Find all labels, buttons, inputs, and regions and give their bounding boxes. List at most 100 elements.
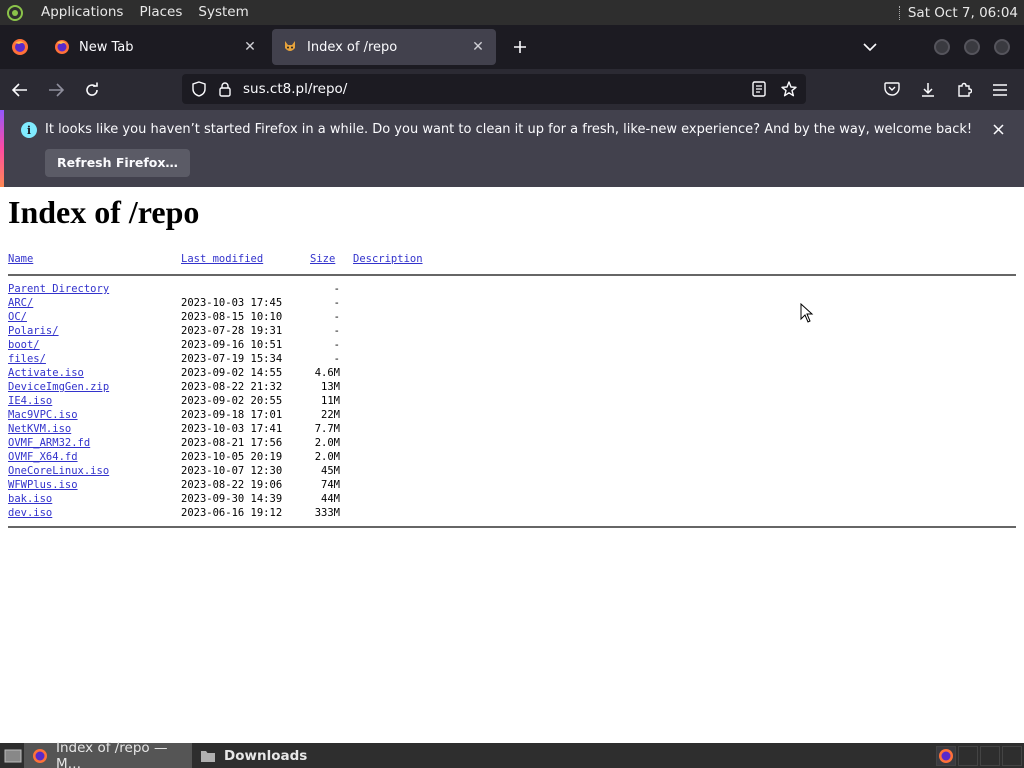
folder-icon — [200, 748, 216, 764]
file-link[interactable]: NetKVM.iso — [8, 422, 71, 436]
last-modified-cell: 2023-10-03 17:41 — [181, 423, 283, 435]
reload-icon[interactable] — [76, 74, 108, 106]
tracking-protection-shield-icon[interactable] — [190, 80, 208, 98]
extensions-puzzle-icon[interactable] — [946, 74, 982, 106]
header-divider — [8, 274, 1016, 276]
last-modified-cell: 2023-08-22 21:32 — [181, 381, 283, 393]
last-modified-cell: 2023-09-16 10:51 — [181, 339, 283, 351]
size-cell: 44M — [321, 493, 340, 505]
file-link[interactable]: boot/ — [8, 338, 40, 352]
footer-divider — [8, 526, 1016, 528]
size-cell: 45M — [321, 465, 340, 477]
close-notification-icon[interactable] — [990, 121, 1006, 137]
tab-new-tab[interactable]: New Tab ✕ — [44, 29, 268, 65]
size-cell: 2.0M — [314, 437, 340, 449]
last-modified-cell: 2023-10-03 17:45 — [181, 297, 283, 309]
last-modified-cell: 2023-09-02 20:55 — [181, 395, 283, 407]
forward-arrow-icon[interactable] — [40, 74, 72, 106]
size-cell: - — [333, 311, 340, 323]
maximize-window-button[interactable] — [964, 39, 980, 55]
size-cell: - — [333, 353, 340, 365]
hamburger-menu-icon[interactable] — [982, 74, 1018, 106]
system-menu[interactable]: System — [190, 0, 256, 25]
mouse-cursor-icon — [800, 303, 814, 323]
file-link[interactable]: Activate.iso — [8, 366, 84, 380]
size-cell: - — [333, 297, 340, 309]
taskbar-item-firefox[interactable]: Index of /repo — M… — [24, 739, 192, 768]
last-modified-cell: 2023-07-28 19:31 — [181, 325, 283, 337]
last-modified-cell: 2023-10-05 20:19 — [181, 451, 283, 463]
list-all-tabs-chevron-icon[interactable] — [854, 31, 886, 63]
downloads-icon[interactable] — [910, 74, 946, 106]
bottom-taskbar: Index of /repo — M… Downloads — [0, 739, 1024, 768]
file-link[interactable]: files/ — [8, 352, 46, 366]
file-link[interactable]: Polaris/ — [8, 324, 59, 338]
applications-menu[interactable]: Applications — [33, 0, 131, 25]
last-modified-cell: 2023-09-18 17:01 — [181, 409, 283, 421]
distro-logo-icon[interactable] — [5, 3, 25, 23]
close-window-button[interactable] — [994, 39, 1010, 55]
back-arrow-icon[interactable] — [4, 74, 36, 106]
firefox-icon — [32, 748, 48, 764]
last-modified-cell: 2023-08-21 17:56 — [181, 437, 283, 449]
refresh-firefox-button[interactable]: Refresh Firefox… — [45, 149, 190, 177]
firefox-view-icon[interactable] — [0, 25, 40, 69]
places-menu[interactable]: Places — [131, 0, 190, 25]
sort-by-last-modified-link[interactable]: Last modified — [181, 253, 263, 265]
last-modified-cell: 2023-08-15 10:10 — [181, 311, 283, 323]
show-desktop-icon[interactable] — [2, 747, 24, 765]
workspace-1[interactable] — [936, 745, 956, 766]
size-cell: - — [333, 339, 340, 351]
file-link[interactable]: OneCoreLinux.iso — [8, 464, 109, 478]
tab-title: New Tab — [79, 39, 134, 55]
navigation-toolbar: sus.ct8.pl/repo/ — [0, 69, 1024, 110]
file-link[interactable]: ARC/ — [8, 296, 33, 310]
url-text[interactable]: sus.ct8.pl/repo/ — [243, 81, 746, 97]
file-link[interactable]: DeviceImgGen.zip — [8, 380, 109, 394]
clock[interactable]: Sat Oct 7, 06:04 — [908, 5, 1024, 21]
sort-by-description-link[interactable]: Description — [353, 253, 423, 265]
file-link[interactable]: bak.iso — [8, 492, 52, 506]
page-content: Index of /repo Name Last modified Size D… — [0, 187, 1024, 743]
taskbar-item-downloads[interactable]: Downloads — [192, 743, 315, 768]
workspace-2[interactable] — [958, 745, 978, 766]
file-link[interactable]: OC/ — [8, 310, 27, 324]
tab-index-of-repo[interactable]: Index of /repo ✕ — [272, 29, 496, 65]
workspace-4[interactable] — [1002, 745, 1022, 766]
size-cell: 2.0M — [314, 451, 340, 463]
size-cell: - — [333, 325, 340, 337]
pocket-icon[interactable] — [874, 74, 910, 106]
tab-strip: New Tab ✕ Index of /repo ✕ — [0, 25, 1024, 69]
address-bar[interactable]: sus.ct8.pl/repo/ — [182, 74, 806, 104]
firefox-icon — [54, 39, 70, 55]
file-link[interactable]: dev.iso — [8, 506, 52, 520]
parent-directory-link[interactable]: Parent Directory — [8, 282, 109, 296]
sort-by-size-link[interactable]: Size — [310, 253, 335, 265]
reader-view-icon[interactable] — [746, 76, 772, 102]
file-link[interactable]: Mac9VPC.iso — [8, 408, 78, 422]
size-cell: 13M — [321, 381, 340, 393]
close-tab-icon[interactable]: ✕ — [470, 39, 486, 55]
last-modified-cell: 2023-06-16 19:12 — [181, 507, 283, 519]
size-cell: - — [333, 283, 340, 295]
size-cell: 11M — [321, 395, 340, 407]
last-modified-cell: 2023-08-22 19:06 — [181, 479, 283, 491]
site-info-lock-icon[interactable] — [216, 80, 234, 98]
minimize-window-button[interactable] — [934, 39, 950, 55]
taskbar-item-label: Index of /repo — M… — [56, 739, 168, 768]
refresh-firefox-notification: i It looks like you haven’t started Fire… — [0, 110, 1024, 187]
file-link[interactable]: OVMF_X64.fd — [8, 450, 78, 464]
size-cell: 74M — [321, 479, 340, 491]
last-modified-cell: 2023-07-19 15:34 — [181, 353, 283, 365]
top-panel: Applications Places System Sat Oct 7, 06… — [0, 0, 1024, 25]
new-tab-plus-icon[interactable] — [504, 31, 536, 63]
file-link[interactable]: WFWPlus.iso — [8, 478, 78, 492]
file-link[interactable]: IE4.iso — [8, 394, 52, 408]
page-title: Index of /repo — [8, 194, 200, 230]
taskbar-item-label: Downloads — [224, 747, 308, 764]
close-tab-icon[interactable]: ✕ — [242, 39, 258, 55]
sort-by-name-link[interactable]: Name — [8, 253, 33, 265]
workspace-3[interactable] — [980, 745, 1000, 766]
file-link[interactable]: OVMF_ARM32.fd — [8, 436, 90, 450]
bookmark-star-icon[interactable] — [776, 76, 802, 102]
